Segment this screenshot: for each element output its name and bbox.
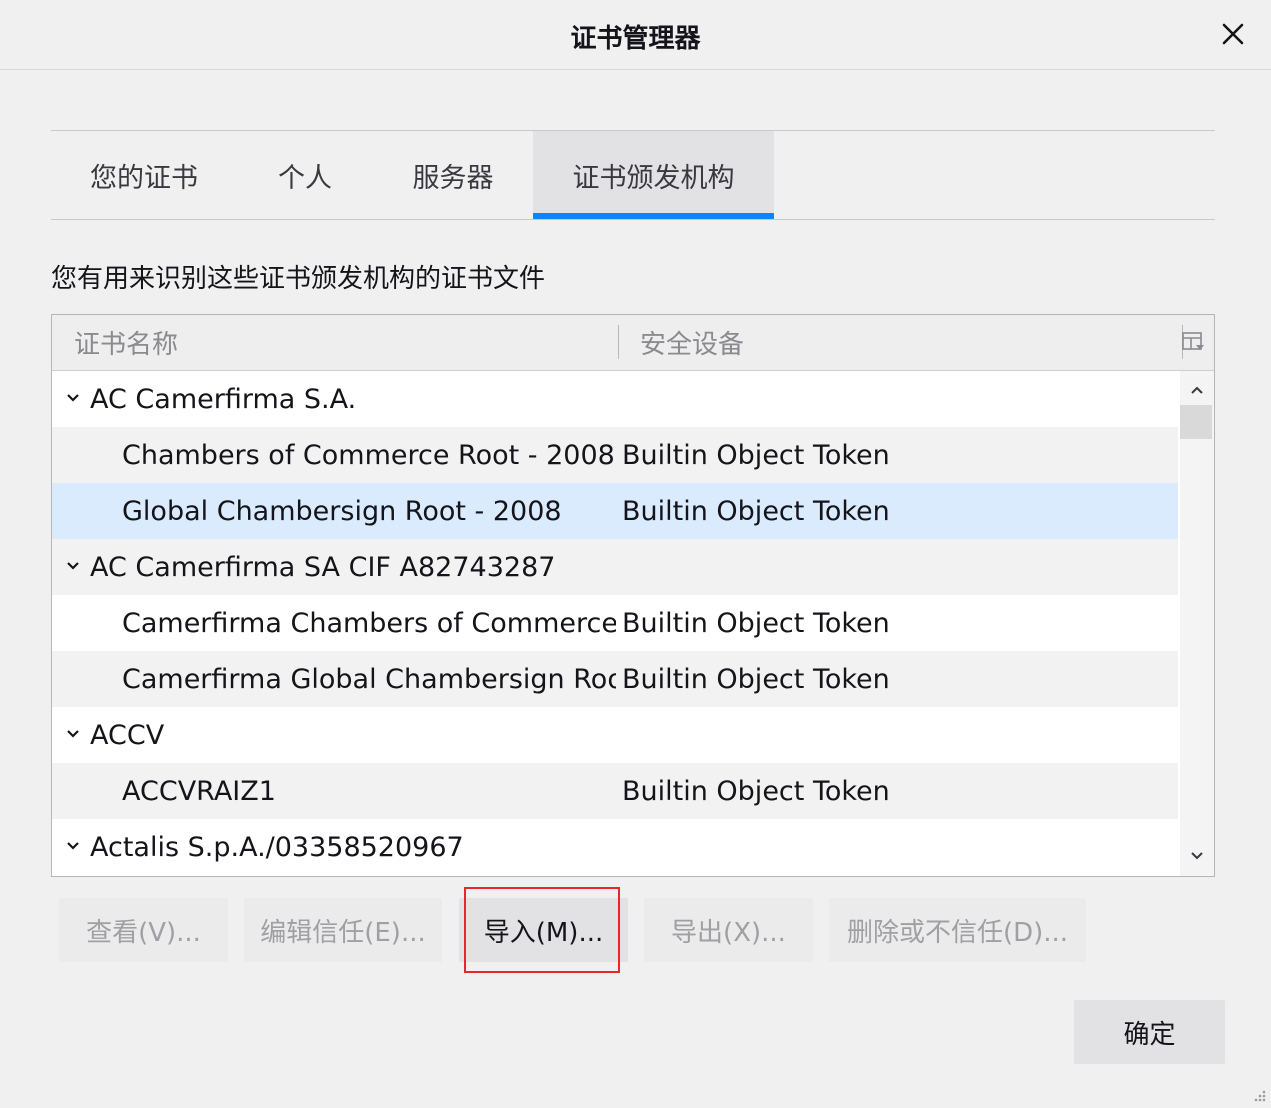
cert-name-cell: Chambers of Commerce Root - 2008 [122,439,615,471]
tab-people[interactable]: 个人 [237,131,373,219]
import-button[interactable]: 导入(M)... [459,898,628,962]
tree-group-row[interactable]: ACCV [52,707,1178,763]
tree-group-row[interactable]: AC Camerfirma SA CIF A82743287 [52,539,1178,595]
column-header-cert-name[interactable]: 证书名称 [74,315,178,370]
security-device-cell: Builtin Object Token [622,775,890,807]
security-device-cell: Builtin Object Token [622,439,890,471]
security-device-cell: Builtin Object Token [622,607,890,639]
tree-body: AC Camerfirma S.A. Chambers of Commerce … [52,371,1178,875]
cert-name-cell: ACCV [90,719,165,751]
chevron-down-icon[interactable] [64,557,82,575]
cert-name-cell: Global Chambersign Root - 2008 [122,495,562,527]
cert-name-cell: Actalis S.p.A./03358520967 [90,831,464,863]
vertical-scrollbar[interactable] [1180,371,1214,876]
chevron-down-icon[interactable] [64,389,82,407]
tree-header: 证书名称 安全设备 [52,315,1214,371]
export-button[interactable]: 导出(X)... [644,898,813,962]
cert-name-cell: AC Camerfirma SA CIF A82743287 [90,551,556,583]
tree-group-row[interactable]: Actalis S.p.A./03358520967 [52,819,1178,875]
security-device-cell: Builtin Object Token [622,495,890,527]
tab-authorities[interactable]: 证书颁发机构 [533,131,774,219]
authorities-description: 您有用来识别这些证书颁发机构的证书文件 [51,264,546,294]
delete-distrust-button[interactable]: 删除或不信任(D)... [829,898,1086,962]
chevron-down-icon[interactable] [1188,847,1206,865]
resize-grip-icon[interactable] [1251,1088,1267,1104]
chevron-down-icon[interactable] [64,837,82,855]
tab-your-certificates[interactable]: 您的证书 [51,131,237,219]
tree-item-row-selected[interactable]: Global Chambersign Root - 2008 Builtin O… [52,483,1178,539]
tab-strip: 您的证书 个人 服务器 证书颁发机构 [51,130,1215,220]
chevron-up-icon[interactable] [1188,381,1206,399]
tree-item-row[interactable]: Chambers of Commerce Root - 2008 Builtin… [52,427,1178,483]
close-button[interactable] [1213,14,1253,54]
column-header-security-device[interactable]: 安全设备 [640,315,744,370]
cert-name-cell: AC Camerfirma S.A. [90,383,357,415]
title-bar: 证书管理器 [0,0,1271,70]
scrollbar-thumb[interactable] [1180,405,1212,439]
chevron-down-icon[interactable] [64,725,82,743]
edit-trust-button[interactable]: 编辑信任(E)... [244,898,442,962]
cert-name-cell: Camerfirma Global Chambersign Root [122,663,616,695]
certificate-tree[interactable]: 证书名称 安全设备 AC Camerfirma S.A. Chambers of… [51,314,1215,877]
tree-item-row[interactable]: Camerfirma Chambers of Commerce… Builtin… [52,595,1178,651]
column-splitter[interactable] [618,325,619,359]
security-device-cell: Builtin Object Token [622,663,890,695]
tree-item-row[interactable]: ACCVRAIZ1 Builtin Object Token [52,763,1178,819]
tree-group-row[interactable]: AC Camerfirma S.A. [52,371,1178,427]
cert-name-cell: Camerfirma Chambers of Commerce… [122,607,616,639]
close-icon [1222,23,1244,45]
dialog-title: 证书管理器 [570,24,701,54]
column-picker-icon[interactable] [1180,329,1206,355]
ok-button[interactable]: 确定 [1074,1000,1225,1064]
tab-servers[interactable]: 服务器 [373,131,533,219]
cert-name-cell: ACCVRAIZ1 [122,775,276,807]
tree-item-row[interactable]: Camerfirma Global Chambersign Root Built… [52,651,1178,707]
view-button[interactable]: 查看(V)... [59,898,228,962]
